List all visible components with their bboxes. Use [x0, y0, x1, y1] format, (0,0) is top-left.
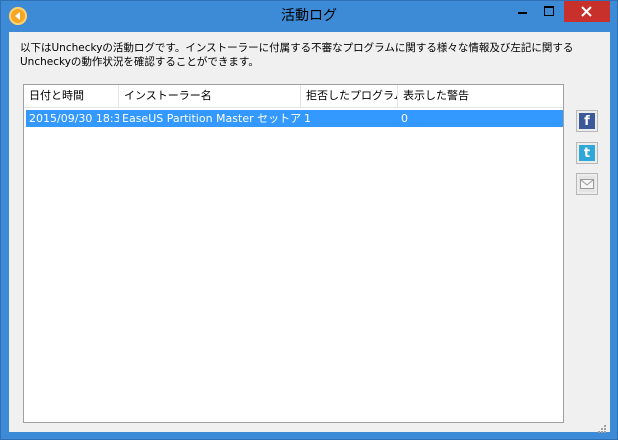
column-header-datetime[interactable]: 日付と時間: [24, 85, 119, 107]
close-icon: [581, 6, 592, 17]
description-text: 以下はUncheckyの活動ログです。インストーラーに付属する不審なプログラムに…: [20, 42, 574, 68]
activity-log-window: 活動ログ 以下はUncheckyの活動ログです。インストーラーに付属する不審なプ…: [0, 0, 618, 440]
minimize-icon: [518, 12, 527, 14]
cell-warnings: 0: [401, 112, 408, 125]
list-header: 日付と時間 インストーラー名 拒否したプログラム 表示した警告: [24, 85, 563, 108]
column-header-warnings[interactable]: 表示した警告: [398, 85, 563, 107]
cell-rejected: 1: [304, 112, 311, 125]
facebook-glyph: f: [584, 114, 590, 129]
facebook-share-button[interactable]: f: [576, 110, 598, 132]
email-icon: [579, 176, 595, 192]
resize-grip-icon[interactable]: [597, 419, 607, 433]
twitter-icon: t: [579, 145, 595, 161]
maximize-icon: [544, 6, 554, 16]
title-bar[interactable]: 活動ログ: [1, 1, 617, 31]
twitter-share-button[interactable]: t: [576, 142, 598, 164]
facebook-icon: f: [579, 113, 595, 129]
table-row[interactable]: 2015/09/30 18:30 EaseUS Partition Master…: [26, 110, 563, 127]
column-header-installer[interactable]: インストーラー名: [119, 85, 301, 107]
column-header-rejected[interactable]: 拒否したプログラム: [301, 85, 398, 107]
close-button[interactable]: [564, 1, 610, 22]
client-area: 以下はUncheckyの活動ログです。インストーラーに付属する不審なプログラムに…: [9, 32, 610, 433]
activity-log-list[interactable]: 日付と時間 インストーラー名 拒否したプログラム 表示した警告 2015/09/…: [23, 84, 564, 423]
minimize-button[interactable]: [509, 1, 535, 22]
email-share-button[interactable]: [576, 173, 598, 195]
cell-installer: EaseUS Partition Master セットアップ: [122, 112, 301, 125]
twitter-glyph: t: [583, 146, 591, 161]
cell-datetime: 2015/09/30 18:30: [29, 112, 119, 125]
maximize-button[interactable]: [536, 1, 562, 22]
